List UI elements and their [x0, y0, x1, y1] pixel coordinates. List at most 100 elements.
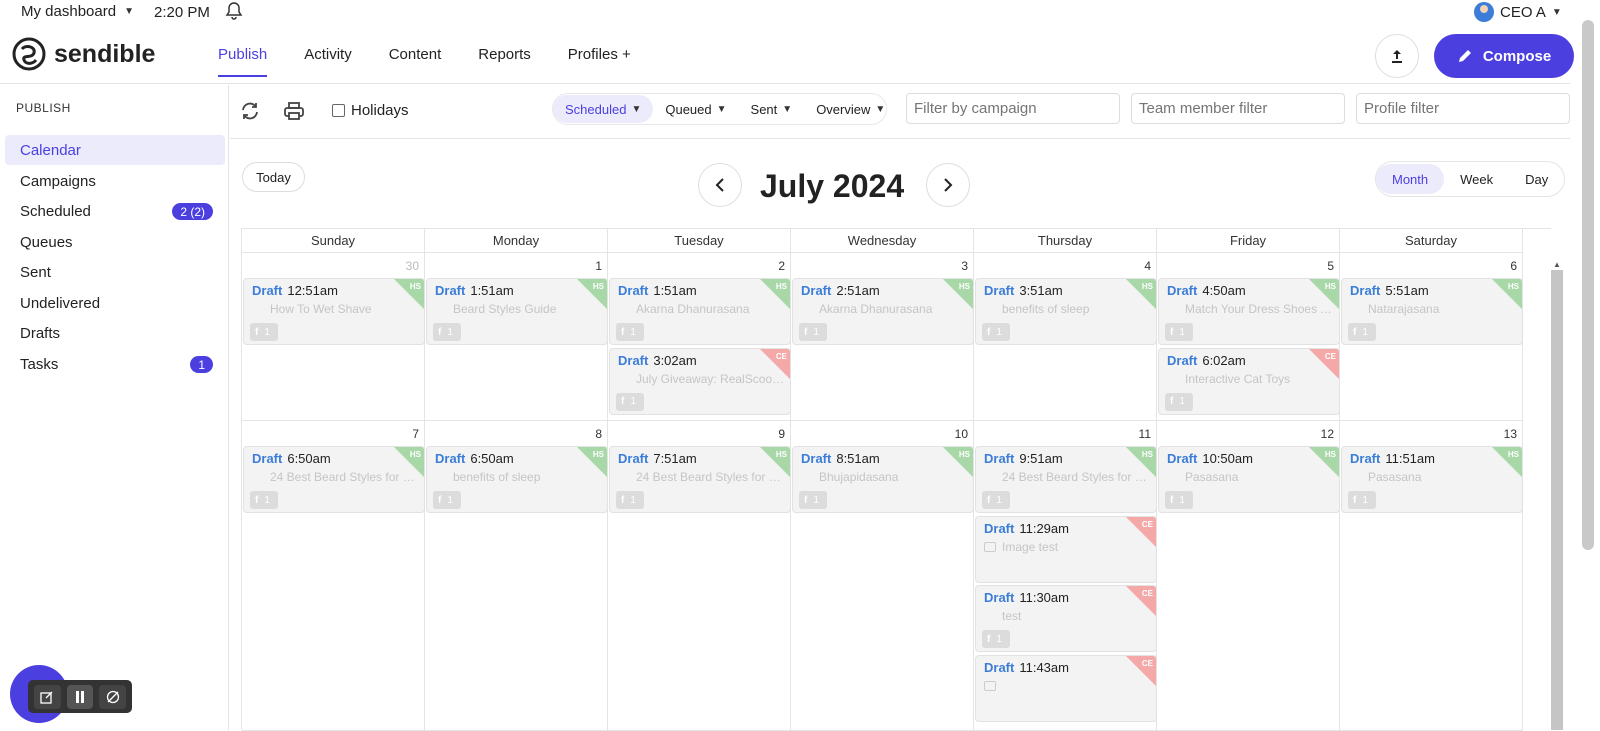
calendar-scrollbar[interactable]	[1551, 270, 1563, 730]
month-title: July 2024	[760, 168, 905, 204]
page-scrollbar[interactable]	[1582, 20, 1594, 550]
status-tab-overview[interactable]: Overview ▼	[804, 95, 897, 123]
calendar-post-card[interactable]: Draft 11:51am Pasasana f 1 HS	[1341, 446, 1523, 513]
post-time: 3:51am	[1019, 283, 1063, 298]
annotate-icon[interactable]	[34, 684, 61, 709]
post-time: 2:51am	[836, 283, 880, 298]
post-time: 11:30am	[1019, 590, 1069, 605]
pencil-icon	[1458, 50, 1471, 62]
pause-icon[interactable]	[66, 684, 94, 709]
network-count: 1	[264, 494, 270, 506]
calendar-post-card[interactable]: Draft 11:29am Image test CE	[975, 515, 1157, 583]
sidebar-item-scheduled[interactable]: Scheduled 2 (2)	[5, 196, 225, 226]
calendar-post-card[interactable]: Draft 3:51am benefits of sleep f 1 HS	[975, 278, 1157, 345]
post-time: 1:51am	[470, 283, 514, 298]
compose-button[interactable]: Compose	[1434, 34, 1574, 78]
view-day-button[interactable]: Day	[1509, 164, 1564, 194]
calendar-post-card[interactable]: Draft 6:50am benefits of sleep f 1 HS	[426, 446, 608, 513]
post-time: 11:43am	[1019, 659, 1069, 675]
upload-button[interactable]	[1375, 34, 1419, 78]
calendar-post-card[interactable]: Draft 11:43am CE	[975, 654, 1157, 722]
calendar-post-card[interactable]: Draft 11:30am test f 1 CE	[975, 585, 1157, 652]
calendar-post-card[interactable]: Draft 8:51am Bhujapidasana f 1 HS	[792, 446, 974, 513]
status-tab-sent[interactable]: Sent ▼	[739, 95, 805, 123]
status-filter-group: Scheduled ▼ Queued ▼ Sent ▼ Overview ▼	[552, 93, 887, 125]
sidebar-item-tasks[interactable]: Tasks 1	[5, 349, 225, 379]
holidays-checkbox[interactable]	[332, 104, 345, 117]
bell-icon[interactable]	[224, 1, 244, 25]
draft-label: Draft	[252, 451, 283, 466]
chevron-down-icon: ▼	[716, 103, 727, 115]
sidebar-item-campaigns[interactable]: Campaigns	[5, 166, 225, 196]
author-initials: HS	[409, 450, 421, 459]
calendar-post-card[interactable]: Draft 9:51am 24 Best Beard Styles for M...…	[975, 446, 1157, 513]
author-initials: HS	[958, 450, 970, 459]
post-time: 4:50am	[1202, 283, 1246, 298]
scroll-up-icon[interactable]: ▲	[1553, 260, 1561, 269]
calendar-post-card[interactable]: Draft 12:51am How To Wet Shave f 1 HS	[243, 278, 425, 345]
stop-recording-icon[interactable]	[99, 684, 127, 709]
dashboard-selector[interactable]: My dashboard ▼	[21, 3, 134, 20]
view-month-button[interactable]: Month	[1376, 164, 1445, 194]
calendar-post-card[interactable]: Draft 3:02am July Giveaway: RealScoop... f 1…	[609, 347, 791, 415]
author-initials: CE	[775, 351, 787, 361]
tab-reports[interactable]: Reports	[478, 46, 531, 63]
campaign-filter-input[interactable]	[906, 93, 1120, 124]
prev-month-button[interactable]	[698, 163, 742, 207]
day-number: 3	[961, 259, 968, 273]
network-count: 1	[1362, 494, 1368, 506]
network-count: 1	[447, 494, 453, 506]
publish-sidebar: PUBLISH Calendar Campaigns Scheduled 2 (2…	[0, 85, 229, 730]
facebook-icon: f1	[1348, 323, 1376, 341]
status-tab-label: Queued	[665, 101, 712, 117]
sidebar-item-label: Sent	[20, 263, 51, 281]
day-number: 7	[412, 427, 419, 441]
draft-label: Draft	[984, 451, 1015, 466]
sidebar-item-undelivered[interactable]: Undelivered	[5, 288, 225, 318]
draft-label: Draft	[984, 659, 1015, 675]
today-button[interactable]: Today	[242, 162, 305, 192]
print-icon[interactable]	[283, 100, 305, 127]
calendar-post-card[interactable]: Draft 10:50am Pasasana f 1 HS	[1158, 446, 1340, 513]
post-time: 5:51am	[1385, 283, 1429, 298]
calendar-post-card[interactable]: Draft 6:50am 24 Best Beard Styles for M...…	[243, 446, 425, 513]
author-initials: CE	[1141, 658, 1153, 668]
author-initials: HS	[958, 282, 970, 291]
status-tab-queued[interactable]: Queued ▼	[653, 95, 738, 123]
status-tab-scheduled[interactable]: Scheduled ▼	[553, 95, 654, 123]
sidebar-item-calendar[interactable]: Calendar	[5, 135, 225, 165]
day-number: 4	[1144, 259, 1151, 273]
calendar-post-card[interactable]: Draft 1:51am Beard Styles Guide f 1 HS	[426, 278, 608, 345]
tab-activity[interactable]: Activity	[304, 46, 352, 63]
view-week-button[interactable]: Week	[1444, 164, 1509, 194]
author-initials: HS	[592, 450, 604, 459]
status-tab-label: Overview	[816, 101, 871, 117]
brand-logo[interactable]: sendible	[12, 37, 155, 71]
weekday-header: Friday	[1157, 229, 1340, 253]
tab-profiles[interactable]: Profiles +	[568, 46, 631, 63]
weekday-header: Sunday	[242, 229, 425, 253]
sidebar-item-sent[interactable]: Sent	[5, 257, 225, 287]
calendar-post-card[interactable]: Draft 7:51am 24 Best Beard Styles for M...…	[609, 446, 791, 513]
calendar-post-card[interactable]: Draft 2:51am Akarna Dhanurasana f 1 HS	[792, 278, 974, 345]
tab-content[interactable]: Content	[389, 46, 442, 63]
refresh-icon[interactable]	[239, 100, 261, 127]
profile-filter-input[interactable]	[1356, 93, 1570, 124]
author-initials: HS	[1324, 450, 1336, 459]
weekday-header: Saturday	[1340, 229, 1523, 253]
tab-publish[interactable]: Publish	[218, 46, 268, 77]
team-member-filter-input[interactable]	[1131, 93, 1345, 124]
next-month-button[interactable]	[926, 163, 970, 207]
calendar-post-card[interactable]: Draft 1:51am Akarna Dhanurasana f 1 HS	[609, 278, 791, 345]
holidays-toggle[interactable]: Holidays	[332, 102, 409, 119]
top-bar: My dashboard ▼ 2:20 PM CEO A ▼	[0, 0, 1570, 24]
post-time: 3:02am	[653, 352, 697, 368]
facebook-icon: f1	[1165, 323, 1193, 341]
sidebar-item-drafts[interactable]: Drafts	[5, 318, 225, 348]
calendar-post-card[interactable]: Draft 6:02am Interactive Cat Toys f 1 CE	[1158, 347, 1340, 415]
draft-label: Draft	[1350, 451, 1381, 466]
calendar-post-card[interactable]: Draft 5:51am Natarajasana f 1 HS	[1341, 278, 1523, 345]
user-menu[interactable]: CEO A ▼	[1474, 2, 1562, 22]
calendar-post-card[interactable]: Draft 4:50am Match Your Dress Shoes A... f 1…	[1158, 278, 1340, 345]
sidebar-item-queues[interactable]: Queues	[5, 227, 225, 257]
